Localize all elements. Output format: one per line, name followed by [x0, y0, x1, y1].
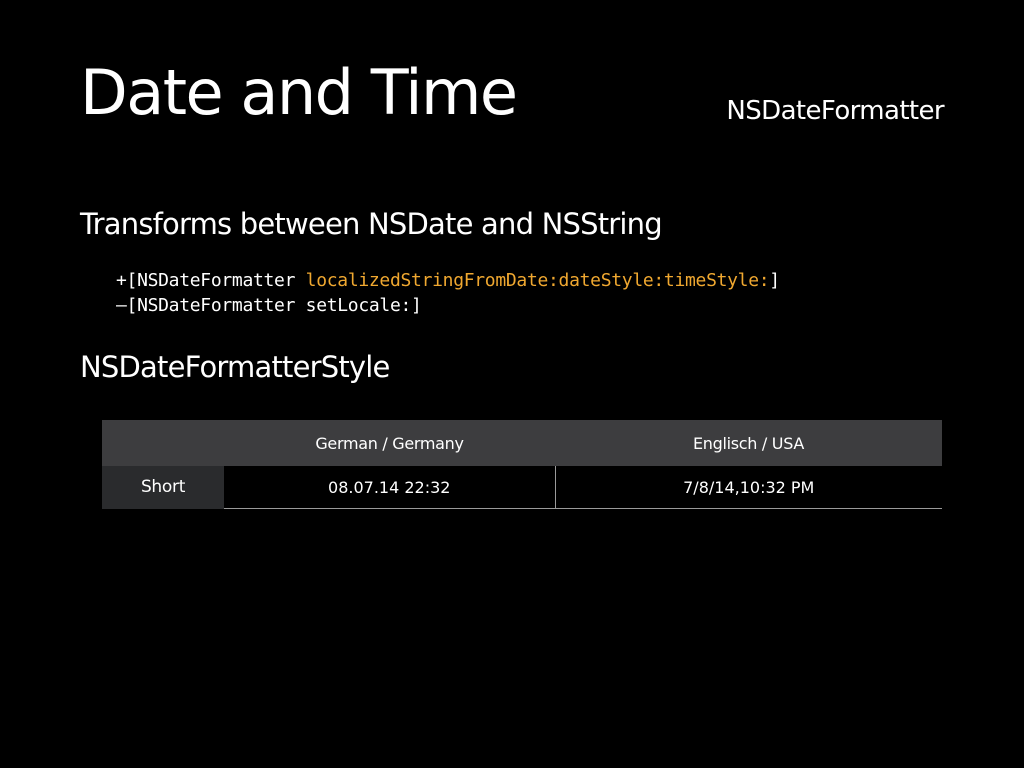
bullet-formatter-style: NSDateFormatterStyle — [80, 350, 390, 384]
row-label-short: Short — [102, 466, 224, 509]
table-row: Short 08.07.14 22:32 7/8/14,10:32 PM — [102, 466, 942, 509]
cell-english-short: 7/8/14,10:32 PM — [555, 466, 942, 509]
code-text: –[NSDateFormatter setLocale:] — [116, 295, 422, 316]
slide: Date and Time NSDateFormatter Transforms… — [0, 0, 1024, 768]
code-line-localized-string: +[NSDateFormatter localizedStringFromDat… — [116, 272, 780, 290]
table-header-empty — [102, 420, 224, 466]
table-header-english: Englisch / USA — [555, 420, 942, 466]
slide-subtitle: NSDateFormatter — [726, 96, 944, 126]
code-line-set-locale: –[NSDateFormatter setLocale:] — [116, 297, 422, 315]
table-header-german: German / Germany — [224, 420, 555, 466]
cell-german-short: 08.07.14 22:32 — [224, 466, 556, 509]
code-suffix: ] — [769, 270, 780, 291]
bullet-transforms: Transforms between NSDate and NSString — [80, 207, 663, 241]
formatter-style-table: German / Germany Englisch / USA Short 08… — [102, 420, 942, 509]
code-method-highlight: localizedStringFromDate:dateStyle:timeSt… — [305, 270, 770, 291]
table-header-row: German / Germany Englisch / USA — [102, 420, 942, 466]
code-prefix: +[NSDateFormatter — [116, 270, 306, 291]
slide-title: Date and Time — [80, 56, 518, 129]
